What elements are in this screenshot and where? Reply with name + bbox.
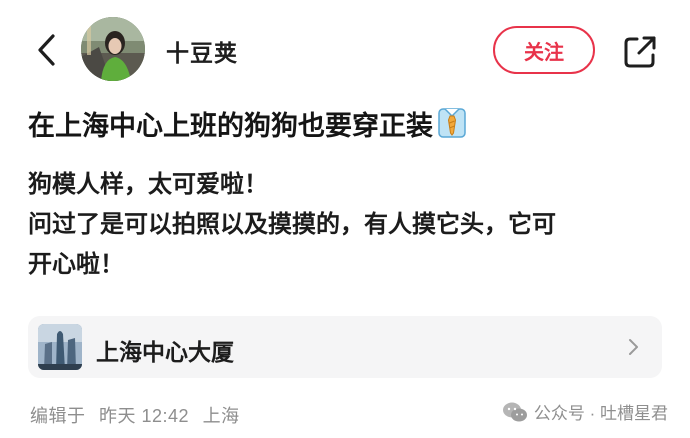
post-region: 上海 [202, 406, 240, 426]
chevron-right-icon [629, 339, 638, 355]
location-thumbnail [38, 324, 82, 370]
chevron-left-icon [38, 34, 55, 66]
share-button[interactable] [620, 32, 660, 72]
post-title: 在上海中心上班的狗狗也要穿正装 [28, 104, 668, 152]
back-button[interactable] [28, 32, 64, 68]
post-body-line: 问过了是可以拍照以及摸摸的，有人摸它头，它可 [28, 211, 556, 238]
edited-prefix: 编辑于 [30, 406, 86, 426]
post-body-line: 开心啦！ [28, 251, 124, 278]
post-body: 狗模人样，太可爱啦！ 问过了是可以拍照以及摸摸的，有人摸它头，它可 开心啦！ [28, 165, 668, 285]
post-page: 十豆荚 关注 在上海中心上班的狗狗也要穿正装 狗模人样，太可爱啦！ 问过了是可以… [0, 0, 690, 438]
share-icon [624, 36, 656, 68]
location-card[interactable]: 上海中心大厦 [28, 316, 662, 378]
author-name[interactable]: 十豆荚 [166, 34, 238, 68]
post-header: 十豆荚 关注 [0, 0, 690, 96]
author-avatar[interactable] [81, 17, 145, 81]
watermark: 公众号 · 吐槽星君 [502, 399, 668, 424]
post-time: 昨天 12:42 [99, 406, 190, 426]
avatar-image [81, 17, 145, 81]
post-body-line: 狗模人样，太可爱啦！ [28, 171, 268, 198]
necktie-shirt-icon [437, 107, 467, 152]
post-meta: 编辑于 昨天 12:42 上海 [30, 402, 240, 428]
watermark-text: 公众号 · 吐槽星君 [533, 404, 668, 423]
post-title-text: 在上海中心上班的狗狗也要穿正装 [28, 111, 433, 141]
wechat-icon [502, 402, 527, 421]
location-name: 上海中心大厦 [96, 339, 234, 365]
follow-button[interactable]: 关注 [493, 26, 595, 74]
